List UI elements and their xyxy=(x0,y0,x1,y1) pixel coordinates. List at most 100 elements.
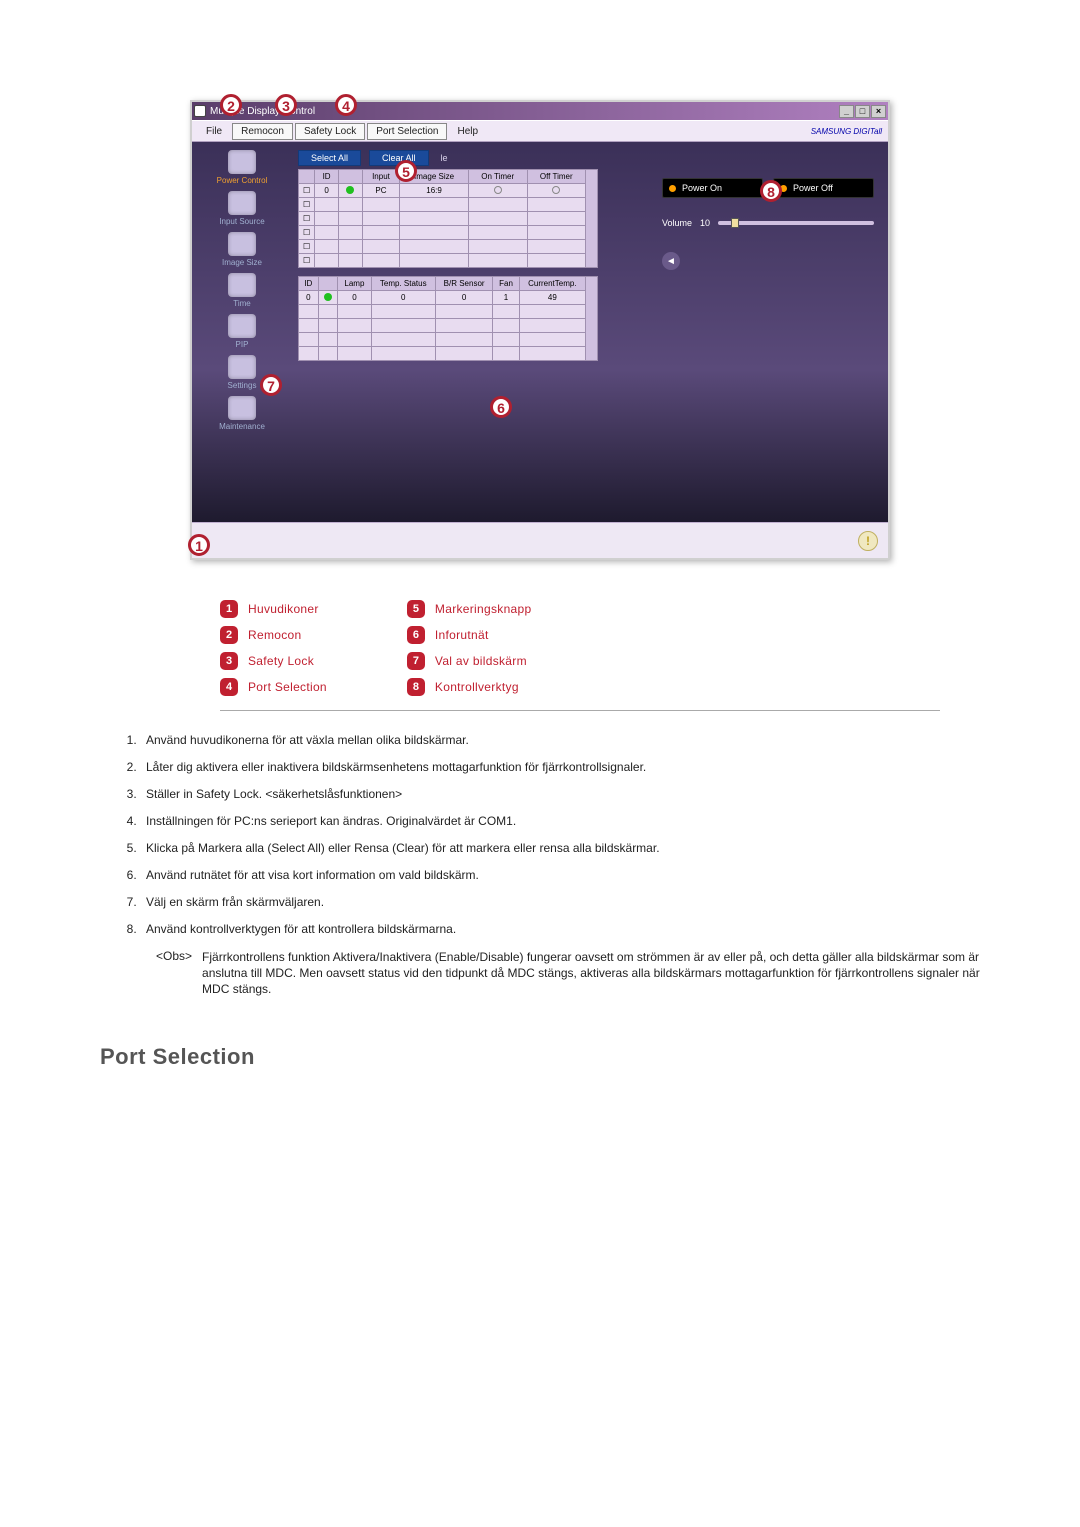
settings-icon xyxy=(228,355,256,379)
cell-lamp: 0 xyxy=(338,291,371,305)
menu-port-selection[interactable]: Port Selection xyxy=(367,123,447,140)
pip-icon xyxy=(228,314,256,338)
volume-value: 10 xyxy=(700,218,710,228)
section-heading: Port Selection xyxy=(100,1044,980,1070)
cell-status xyxy=(318,291,338,305)
cell-off xyxy=(527,184,585,198)
volume-slider-thumb[interactable] xyxy=(731,218,739,228)
table-header-row: ID Input Image Size On Timer Off Timer xyxy=(299,170,598,184)
legend-text: Huvudikoner xyxy=(248,602,319,616)
list-item: Ställer in Safety Lock. <säkerhetslåsfun… xyxy=(140,787,980,801)
table-row[interactable] xyxy=(299,305,598,319)
legend-number: 8 xyxy=(407,678,425,696)
sidebar-label: Maintenance xyxy=(219,422,265,431)
sidebar-item-image-size[interactable]: Image Size xyxy=(222,232,262,267)
close-button[interactable]: × xyxy=(871,105,886,118)
sidebar: Power Control Input Source Image Size Ti… xyxy=(192,142,292,522)
callout-7: 7 xyxy=(260,374,282,396)
table-row[interactable] xyxy=(299,347,598,361)
legend-number: 7 xyxy=(407,652,425,670)
power-on-dot-icon xyxy=(669,185,676,192)
callout-8: 8 xyxy=(760,180,782,202)
volume-control: Volume 10 xyxy=(662,218,874,228)
cell-on xyxy=(468,184,527,198)
menu-remocon[interactable]: Remocon xyxy=(232,123,293,140)
note-label: <Obs> xyxy=(156,949,192,998)
legend-number: 5 xyxy=(407,600,425,618)
cell-ct: 49 xyxy=(519,291,585,305)
scrollbar[interactable] xyxy=(586,170,598,268)
menu-safety-lock[interactable]: Safety Lock xyxy=(295,123,365,140)
menu-file[interactable]: File xyxy=(198,124,230,139)
sidebar-item-pip[interactable]: PIP xyxy=(228,314,256,349)
app-screenshot: 1 2 3 4 5 6 7 8 Multiple Display Control… xyxy=(130,100,950,560)
list-item: Låter dig aktivera eller inaktivera bild… xyxy=(140,760,980,774)
table-row[interactable] xyxy=(299,319,598,333)
sidebar-item-input-source[interactable]: Input Source xyxy=(219,191,264,226)
list-item: Använd rutnätet för att visa kort inform… xyxy=(140,868,980,882)
legend-item: 7 Val av bildskärm xyxy=(407,652,532,670)
sidebar-label: Settings xyxy=(228,381,257,390)
legend-text: Remocon xyxy=(248,628,301,642)
sidebar-label: Input Source xyxy=(219,217,264,226)
note-text: Fjärrkontrollens funktion Aktivera/Inakt… xyxy=(202,949,980,998)
table-row[interactable]: ☐ 0 PC 16:9 xyxy=(299,184,598,198)
legend-number: 4 xyxy=(220,678,238,696)
col-br-sensor: B/R Sensor xyxy=(435,277,493,291)
power-off-label: Power Off xyxy=(793,183,833,193)
list-item: Använd kontrollverktygen för att kontrol… xyxy=(140,922,980,936)
cell-input: PC xyxy=(362,184,400,198)
cell-size: 16:9 xyxy=(400,184,469,198)
col-current-temp: CurrentTemp. xyxy=(519,277,585,291)
legend-number: 2 xyxy=(220,626,238,644)
sidebar-item-maintenance[interactable]: Maintenance xyxy=(219,396,265,431)
col-fan: Fan xyxy=(493,277,519,291)
table-row[interactable]: ☐ xyxy=(299,226,598,240)
sidebar-item-power-control[interactable]: Power Control xyxy=(217,150,268,185)
list-item: Inställningen för PC:ns serieport kan än… xyxy=(140,814,980,828)
menubar: File Remocon Safety Lock Port Selection … xyxy=(192,120,888,142)
legend-item: 4 Port Selection xyxy=(220,678,327,696)
table-row[interactable]: 0 0 0 0 1 49 xyxy=(299,291,598,305)
legend-text: Markeringsknapp xyxy=(435,602,532,616)
legend-item: 3 Safety Lock xyxy=(220,652,327,670)
col-id: ID xyxy=(315,170,339,184)
legend-item: 6 Inforutnät xyxy=(407,626,532,644)
col-status xyxy=(338,170,362,184)
sidebar-label: Image Size xyxy=(222,258,262,267)
legend-item: 1 Huvudikoner xyxy=(220,600,327,618)
maximize-button[interactable]: □ xyxy=(855,105,870,118)
table-row[interactable]: ☐ xyxy=(299,198,598,212)
row-checkbox[interactable]: ☐ xyxy=(299,184,315,198)
callout-5: 5 xyxy=(395,160,417,182)
table-header-row: ID Lamp Temp. Status B/R Sensor Fan Curr… xyxy=(299,277,598,291)
table-row[interactable]: ☐ xyxy=(299,254,598,268)
list-item: Välj en skärm från skärmväljaren. xyxy=(140,895,980,909)
scrollbar[interactable] xyxy=(586,277,598,361)
table-row[interactable]: ☐ xyxy=(299,212,598,226)
power-on-button[interactable]: Power On xyxy=(662,178,763,198)
volume-slider[interactable] xyxy=(718,221,874,225)
statusbar: ! xyxy=(192,522,888,558)
legend-number: 3 xyxy=(220,652,238,670)
col-temp-status: Temp. Status xyxy=(371,277,435,291)
minimize-button[interactable]: _ xyxy=(839,105,854,118)
legend-text: Port Selection xyxy=(248,680,327,694)
col-lamp: Lamp xyxy=(338,277,371,291)
list-item: Klicka på Markera alla (Select All) elle… xyxy=(140,841,980,855)
sidebar-item-time[interactable]: Time xyxy=(228,273,256,308)
legend-number: 6 xyxy=(407,626,425,644)
callout-3: 3 xyxy=(275,94,297,116)
col-on-timer: On Timer xyxy=(468,170,527,184)
table-row[interactable]: ☐ xyxy=(299,240,598,254)
image-size-icon xyxy=(228,232,256,256)
speaker-icon[interactable]: ◄ xyxy=(662,252,680,270)
maintenance-icon xyxy=(228,396,256,420)
menu-help[interactable]: Help xyxy=(449,124,486,139)
app-icon xyxy=(194,105,206,117)
select-all-button[interactable]: Select All xyxy=(298,150,361,166)
table-row[interactable] xyxy=(299,333,598,347)
note: <Obs> Fjärrkontrollens funktion Aktivera… xyxy=(156,949,980,998)
sidebar-item-settings[interactable]: Settings xyxy=(228,355,257,390)
power-off-button[interactable]: Power Off xyxy=(773,178,874,198)
